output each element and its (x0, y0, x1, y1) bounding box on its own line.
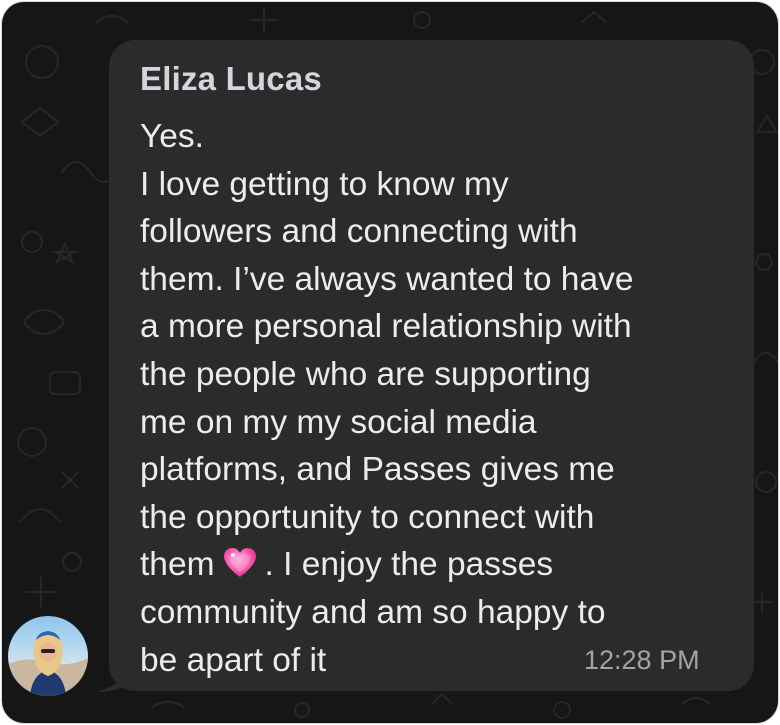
sender-name: Eliza Lucas (140, 60, 322, 97)
chat-window: Eliza Lucas Yes. I love getting to know … (2, 2, 778, 723)
message-line: Yes. (140, 118, 204, 155)
message-line: I love getting to know my (140, 165, 509, 203)
message-line-with-emoji: them . I enjoy the passes (140, 541, 725, 589)
message-line: the people who are supporting (140, 355, 591, 393)
sender-avatar[interactable] (8, 616, 88, 696)
message-bubble-tail (96, 670, 126, 692)
message-line: them. I’ve always wanted to have (140, 260, 634, 298)
message-text[interactable]: Yes. I love getting to know my followers… (140, 113, 725, 684)
message-line-segment: . I enjoy the passes (264, 546, 554, 584)
message-timestamp: 12:28 PM (584, 645, 700, 675)
message-line: the opportunity to connect with (140, 498, 595, 536)
message-line: community and am so happy to (140, 593, 606, 631)
message-line: me on my my social media (140, 403, 537, 441)
message-line-segment: them (140, 546, 215, 584)
message-line: a more personal relationship with (140, 308, 632, 346)
sparkling-heart-emoji-icon (224, 548, 257, 578)
user-avatar-photo-icon (8, 616, 88, 696)
message-line: platforms, and Passes gives me (140, 451, 615, 489)
message-line: followers and connecting with (140, 213, 578, 251)
